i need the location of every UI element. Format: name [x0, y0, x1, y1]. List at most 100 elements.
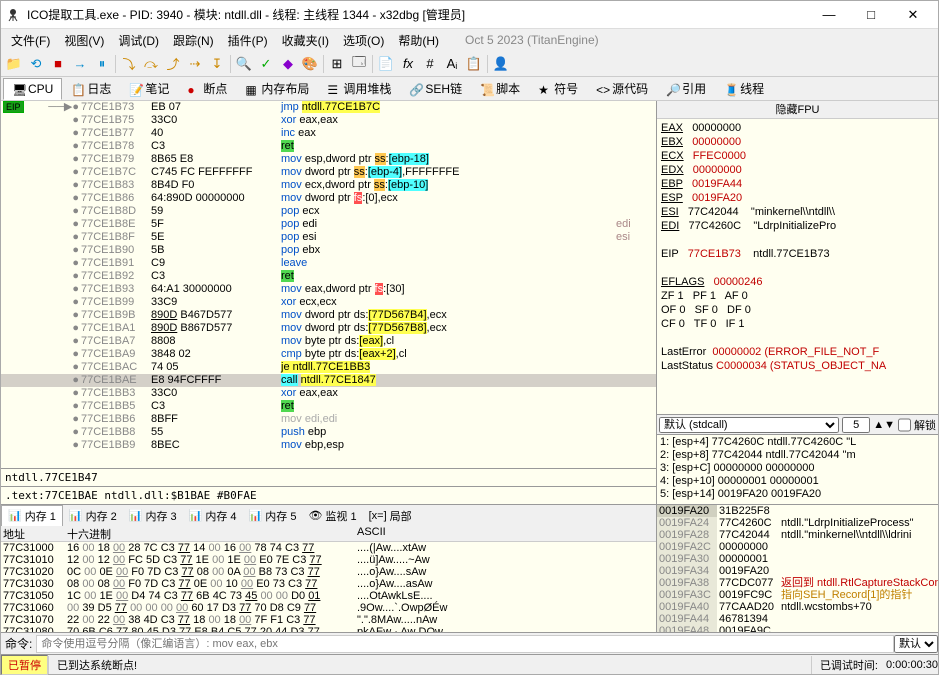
disasm-row[interactable]: ●77CE1B9B890D B467D577mov dword ptr ds:[…: [1, 309, 656, 322]
dump-tab-5[interactable]: 📊 内存 5: [243, 506, 303, 526]
disasm-row[interactable]: ●77CE1BAC74 05je ntdll.77CE1BB3: [1, 361, 656, 374]
disasm-row[interactable]: ●77CE1BA78808mov byte ptr ds:[eax],cl: [1, 335, 656, 348]
disasm-row[interactable]: ●77CE1B838B4D F0mov ecx,dword ptr ss:[eb…: [1, 179, 656, 192]
close-button[interactable]: ✕: [892, 3, 934, 27]
open-icon[interactable]: 📁: [3, 53, 25, 75]
disasm-row[interactable]: ●77CE1BA1890D B867D577mov dword ptr ds:[…: [1, 322, 656, 335]
dump-tab-4[interactable]: 📊 内存 4: [183, 506, 243, 526]
tb-3[interactable]: ◆: [277, 53, 299, 75]
disasm-row[interactable]: ●77CE1B8664:890D 00000000mov dword ptr f…: [1, 192, 656, 205]
dump-tab-1[interactable]: 📊 内存 1: [1, 505, 63, 527]
tb-font[interactable]: Aᵢ: [441, 53, 463, 75]
disasm-row[interactable]: ──▶●77CE1B73EB 07jmp ntdll.77CE1B7C: [1, 101, 656, 114]
trace-icon[interactable]: ⇢: [184, 53, 206, 75]
stack-row[interactable]: 0019FA4446781394: [657, 613, 938, 625]
stepout-icon[interactable]: ⤴: [162, 53, 184, 75]
disasm-row[interactable]: ●77CE1B8E5Fpop ediedi: [1, 218, 656, 231]
tb-fx[interactable]: fx: [397, 53, 419, 75]
tb-7[interactable]: 📄: [375, 53, 397, 75]
stack-row[interactable]: 0019FA3000000001: [657, 553, 938, 565]
memory-dump[interactable]: 地址 十六进制 ASCII 77C3100016 00 18 00 28 7C …: [1, 526, 656, 632]
disasm-row[interactable]: ●77CE1BB98BECmov ebp,esp: [1, 439, 656, 452]
tab-breakpoints[interactable]: ●断点: [178, 76, 236, 101]
argcount-input[interactable]: [842, 417, 870, 433]
tb-1[interactable]: 🔍: [233, 53, 255, 75]
disasm-row[interactable]: ●77CE1B92C3ret: [1, 270, 656, 283]
stack-row[interactable]: 0019FA2031B225F8: [657, 505, 938, 517]
disasm-row[interactable]: ●77CE1BB333C0xor eax,eax: [1, 387, 656, 400]
tab-threads[interactable]: 🧵线程: [715, 76, 773, 101]
menu-view[interactable]: 视图(V): [58, 30, 110, 51]
stack-row[interactable]: 0019FA4077CAAD20ntdll.wcstombs+70: [657, 601, 938, 613]
tb-2[interactable]: ✓: [255, 53, 277, 75]
menu-trace[interactable]: 跟踪(N): [167, 30, 220, 51]
disasm-row[interactable]: ●77CE1B798B65 E8mov esp,dword ptr ss:[eb…: [1, 153, 656, 166]
disasm-row[interactable]: ●77CE1B905Bpop ebx: [1, 244, 656, 257]
menu-favorites[interactable]: 收藏夹(I): [276, 30, 335, 51]
registers-view[interactable]: EAX 00000000EBX 00000000ECX FFEC0000EDX …: [657, 119, 938, 414]
disasm-row[interactable]: ●77CE1B78C3ret: [1, 140, 656, 153]
tab-cpu[interactable]: 🖥CPU: [3, 78, 62, 100]
dump-row[interactable]: 77C3103008 00 08 00 F0 7D C3 77 0E 00 10…: [1, 578, 656, 590]
stack-row[interactable]: 0019FA2477C4260Cntdll."LdrpInitializePro…: [657, 517, 938, 529]
dump-row[interactable]: 77C3106000 39 D5 77 00 00 00 00 60 17 D3…: [1, 602, 656, 614]
dump-row[interactable]: 77C3101012 00 12 00 FC 5D C3 77 1E 00 1E…: [1, 554, 656, 566]
disasm-row[interactable]: ●77CE1B9933C9xor ecx,ecx: [1, 296, 656, 309]
fpu-toggle[interactable]: 隐藏FPU: [657, 101, 938, 119]
tab-notes[interactable]: 📝笔记: [120, 76, 178, 101]
restart-icon[interactable]: ⟲: [25, 53, 47, 75]
tab-callstack[interactable]: ☰调用堆栈: [318, 76, 400, 101]
locals-tab[interactable]: [x=] 局部: [363, 506, 418, 526]
disasm-row[interactable]: ●77CE1B7740inc eax: [1, 127, 656, 140]
menu-plugins[interactable]: 插件(P): [222, 30, 274, 51]
stepinto-icon[interactable]: ⤵: [118, 53, 140, 75]
disasm-row[interactable]: ●77CE1B91C9leave: [1, 257, 656, 270]
tab-symbols[interactable]: ★符号: [529, 76, 587, 101]
disasm-row[interactable]: ●77CE1B7CC745 FC FEFFFFFFmov dword ptr s…: [1, 166, 656, 179]
disasm-row[interactable]: ●77CE1BAEE8 94FCFFFFcall ntdll.77CE1847: [1, 374, 656, 387]
callconv-select[interactable]: 默认 (stdcall): [659, 417, 839, 433]
dump-tab-2[interactable]: 📊 内存 2: [63, 506, 123, 526]
run-icon[interactable]: →: [69, 53, 91, 75]
tb-10[interactable]: 👤: [490, 53, 512, 75]
stack-row[interactable]: 0019FA3877CDC077返回到 ntdll.RtlCaptureStac…: [657, 577, 938, 589]
stack-row[interactable]: 0019FA480019FA9C: [657, 625, 938, 632]
lock-checkbox[interactable]: [898, 417, 911, 433]
stack-row[interactable]: 0019FA2877C42044ntdll."minkernel\\ntdll\…: [657, 529, 938, 541]
tab-memory[interactable]: ▦内存布局: [236, 76, 318, 101]
stop-icon[interactable]: ■: [47, 53, 69, 75]
minimize-button[interactable]: —: [808, 3, 850, 27]
tab-log[interactable]: 📋日志: [62, 76, 120, 101]
stack-row[interactable]: 0019FA340019FA20: [657, 565, 938, 577]
disasm-row[interactable]: ●77CE1BB855push ebp: [1, 426, 656, 439]
tab-seh[interactable]: 🔗SEH链: [400, 76, 471, 101]
menu-options[interactable]: 选项(O): [337, 30, 390, 51]
tb-hash[interactable]: #: [419, 53, 441, 75]
disasm-row[interactable]: ●77CE1B8D59pop ecx: [1, 205, 656, 218]
dump-tab-3[interactable]: 📊 内存 3: [123, 506, 183, 526]
stack-row[interactable]: 0019FA2C00000000: [657, 541, 938, 553]
tb-4[interactable]: 🎨: [299, 53, 321, 75]
dump-row[interactable]: 77C310501C 00 1E 00 D4 74 C3 77 6B 4C 73…: [1, 590, 656, 602]
args-view[interactable]: 1: [esp+4] 77C4260C ntdll.77C4260C "L2: …: [657, 434, 938, 504]
dump-row[interactable]: 77C310200C 00 0E 00 F0 7D C3 77 08 00 0A…: [1, 566, 656, 578]
disasm-row[interactable]: ●77CE1B8F5Epop esiesi: [1, 231, 656, 244]
watch-tab[interactable]: 👁 监视 1: [302, 506, 362, 526]
disasm-row[interactable]: ●77CE1BA93848 02cmp byte ptr ds:[eax+2],…: [1, 348, 656, 361]
disasm-row[interactable]: ●77CE1B7533C0xor eax,eax: [1, 114, 656, 127]
tab-script[interactable]: 📜脚本: [471, 76, 529, 101]
menu-help[interactable]: 帮助(H): [392, 30, 445, 51]
dump-row[interactable]: 77C3107022 00 22 00 38 4D C3 77 18 00 18…: [1, 614, 656, 626]
tb-9[interactable]: 📋: [463, 53, 485, 75]
stack-row[interactable]: 0019FA3C0019FC9C指向SEH_Record[1]的指针: [657, 589, 938, 601]
stack-view[interactable]: 0019FA2031B225F80019FA2477C4260Cntdll."L…: [657, 504, 938, 632]
maximize-button[interactable]: □: [850, 3, 892, 27]
command-input[interactable]: [36, 635, 894, 653]
disassembly-view[interactable]: EIP ──▶●77CE1B73EB 07jmp ntdll.77CE1B7C●…: [1, 101, 656, 468]
disasm-row[interactable]: ●77CE1BB68BFFmov edi,edi: [1, 413, 656, 426]
menu-debug[interactable]: 调试(D): [112, 30, 165, 51]
runtill-icon[interactable]: ↧: [206, 53, 228, 75]
command-mode-select[interactable]: 默认: [894, 635, 938, 653]
pause-icon[interactable]: ⏸: [91, 53, 113, 75]
disasm-row[interactable]: ●77CE1BB5C3ret: [1, 400, 656, 413]
